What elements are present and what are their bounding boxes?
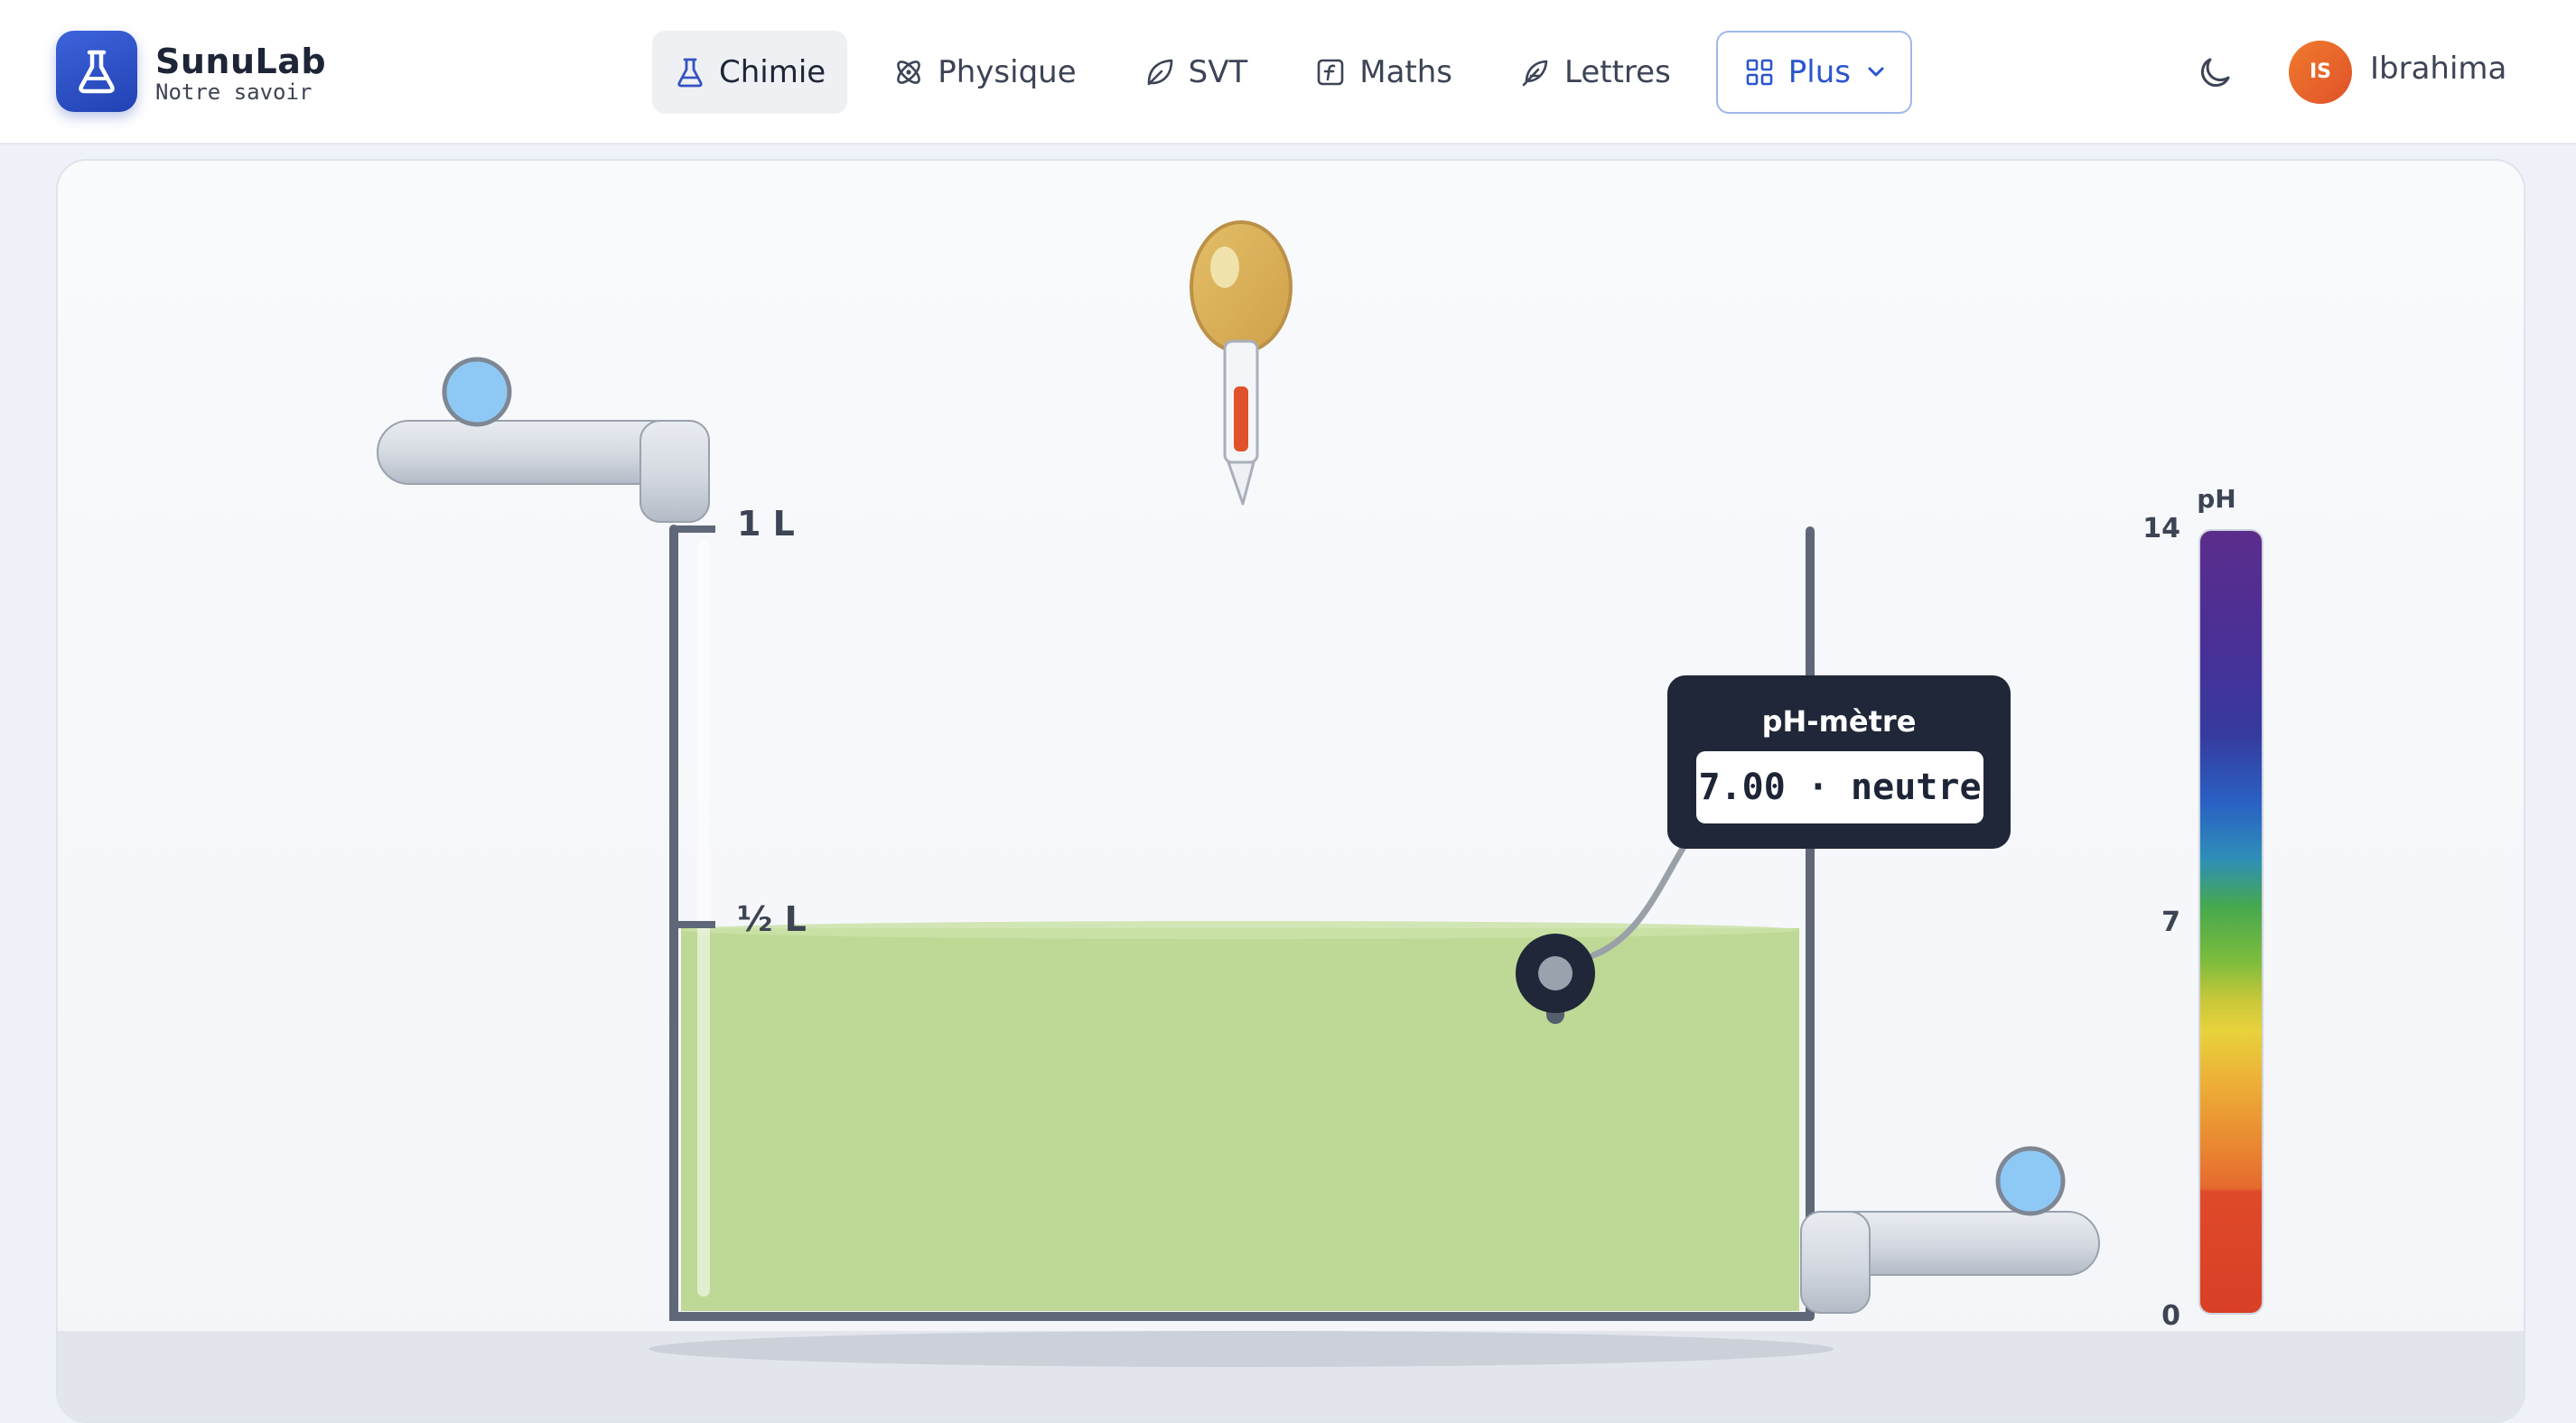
- main-nav: Chimie Physique SVT Maths Lettres Plus: [652, 29, 1913, 116]
- atom-icon: [897, 60, 921, 84]
- lab-scene: [377, 220, 2100, 1367]
- nav-item-physique[interactable]: Physique: [871, 31, 1097, 114]
- nav-item-label: Chimie: [719, 54, 826, 90]
- outlet-valve-knob[interactable]: [1995, 1146, 2066, 1216]
- lab-simulation-panel: 1 L ½ L pH-mètre 7.00 · neutre pH 14 7 0: [56, 159, 2525, 1423]
- ph-meter-card: pH-mètre 7.00 · neutre: [1667, 675, 2011, 849]
- app-logo[interactable]: [56, 31, 137, 112]
- ph-meter-title: pH-mètre: [1761, 704, 1917, 739]
- user-name[interactable]: Ibrahima: [2370, 51, 2506, 87]
- ph-meter-reading: 7.00 · neutre: [1696, 751, 1983, 823]
- inlet-valve-knob[interactable]: [442, 357, 512, 427]
- leaf-icon: [1147, 59, 1172, 86]
- ph-scale-mid: 7: [2161, 907, 2180, 938]
- flask-icon: [677, 58, 703, 88]
- function-icon: [1317, 59, 1344, 86]
- ph-scale-max: 14: [2142, 513, 2180, 544]
- tank-shadow: [649, 1331, 1834, 1367]
- graduation-label-half: ½ L: [737, 899, 807, 939]
- inlet-faucet: [377, 420, 710, 523]
- nav-item-svt[interactable]: SVT: [1122, 31, 1270, 114]
- pipette-dropper[interactable]: [1190, 220, 1293, 506]
- nav-item-label: SVT: [1188, 54, 1248, 90]
- more-menu-button[interactable]: Plus: [1715, 31, 1913, 114]
- grid-icon: [1746, 59, 1773, 86]
- ph-scale-min: 0: [2161, 1300, 2180, 1332]
- brand-name: SunuLab: [155, 42, 327, 81]
- nav-item-label: Physique: [938, 54, 1077, 90]
- nav-item-label: Lettres: [1564, 54, 1671, 90]
- ph-scale-title: pH: [2197, 484, 2236, 514]
- liquid: [681, 928, 1799, 1311]
- nav-item-lettres[interactable]: Lettres: [1498, 31, 1693, 114]
- nav-item-label: Maths: [1359, 54, 1452, 90]
- ph-color-scale: [2198, 529, 2263, 1315]
- avatar[interactable]: IS: [2289, 41, 2352, 104]
- outlet-faucet: [1800, 1211, 2100, 1314]
- moon-icon[interactable]: [2197, 52, 2236, 92]
- pipette-liquid: [1234, 386, 1248, 451]
- flask-logo-icon: [79, 50, 115, 94]
- nav-item-chimie[interactable]: Chimie: [652, 31, 848, 114]
- app-header: SunuLab Notre savoir Chimie Physique SVT: [0, 0, 2576, 144]
- graduation-label-full: 1 L: [737, 504, 795, 544]
- glass-highlight: [697, 540, 710, 1297]
- nav-item-maths[interactable]: Maths: [1293, 31, 1474, 114]
- feather-icon: [1522, 60, 1548, 87]
- more-menu-label: Plus: [1787, 54, 1852, 90]
- brand-tagline: Notre savoir: [155, 79, 313, 105]
- chevron-down-icon: [1868, 67, 1884, 77]
